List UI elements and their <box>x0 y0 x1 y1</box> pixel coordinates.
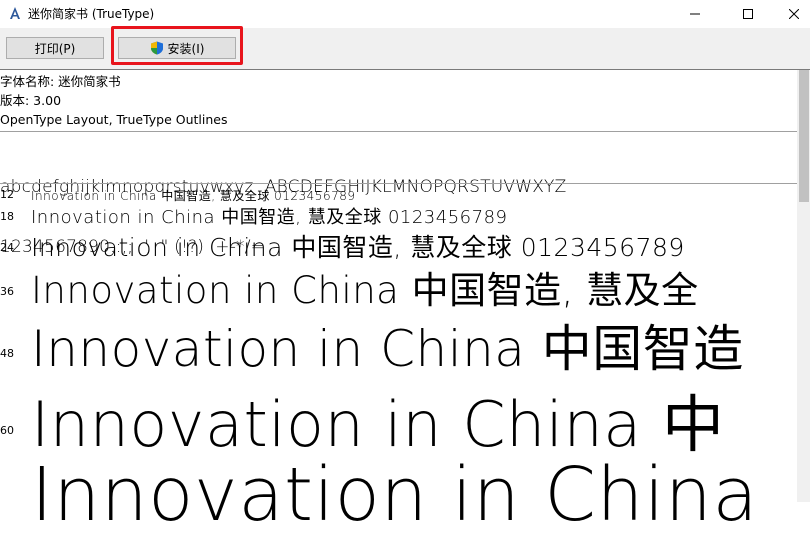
close-button[interactable] <box>771 0 810 28</box>
font-outline-type: OpenType Layout, TrueType Outlines <box>0 112 228 127</box>
divider <box>0 131 797 132</box>
sample-text: Innovation in China 中国智造, 慧及全球 012345678… <box>31 189 356 203</box>
font-version: 版本: 3.00 <box>0 93 62 108</box>
highlight-box <box>111 26 243 65</box>
font-name: 字体名称: 迷你简家书 <box>0 74 121 89</box>
sample-size-label: 12 <box>0 188 14 201</box>
sample-size-label: 60 <box>0 424 14 437</box>
sample-size-label: 18 <box>0 210 14 223</box>
scrollbar-thumb[interactable] <box>799 70 809 202</box>
minimize-icon <box>690 13 700 15</box>
title-bar: 迷你简家书 (TrueType) <box>0 0 810 28</box>
print-button-label: 打印(P) <box>34 41 76 56</box>
window-title: 迷你简家书 (TrueType) <box>28 7 155 21</box>
font-info: 字体名称: 迷你简家书 版本: 3.00 OpenType Layout, Tr… <box>0 72 227 129</box>
sample-text: Innovation in China 中国智造, 慧及全球 012345678… <box>31 207 508 228</box>
sample-text: Innovation in China 中 <box>31 388 725 461</box>
sample-text: Innovation in China 中国智造 <box>31 320 744 378</box>
sample-text: Innovation in China 中国智造, 慧及全球 012345678… <box>31 233 685 262</box>
sample-size-label: 48 <box>0 347 14 360</box>
sample-size-label: 24 <box>0 241 14 254</box>
sample-text: Innovation in China 中国智造, 慧及全 <box>31 269 699 312</box>
maximize-button[interactable] <box>725 0 771 28</box>
close-icon <box>789 9 799 19</box>
sample-size-label: 36 <box>0 285 14 298</box>
sample-text: Innovation in China <box>31 452 759 538</box>
font-viewer-icon <box>10 7 20 19</box>
maximize-icon <box>743 9 753 19</box>
print-button[interactable]: 打印(P) <box>6 37 104 59</box>
divider <box>0 183 797 184</box>
minimize-button[interactable] <box>672 0 718 28</box>
